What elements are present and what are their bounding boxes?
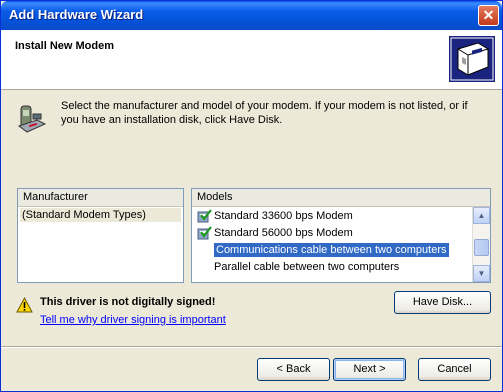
scroll-down-button[interactable]: ▼ [473, 265, 490, 282]
page-title: Install New Modem [15, 40, 115, 52]
model-item[interactable]: Standard 56000 bps Modem [192, 225, 473, 242]
wizard-header: Install New Modem [1, 30, 502, 90]
model-label: Standard 56000 bps Modem [214, 227, 353, 239]
wizard-window: Add Hardware Wizard ✕ Install New Modem … [0, 0, 503, 392]
close-button[interactable]: ✕ [478, 5, 499, 26]
driver-signing-link[interactable]: Tell me why driver signing is important [40, 314, 226, 326]
model-label: Communications cable between two compute… [214, 243, 449, 257]
scroll-up-button[interactable]: ▲ [473, 207, 490, 224]
scroll-thumb[interactable] [474, 239, 489, 256]
signed-driver-icon [197, 226, 212, 240]
model-item[interactable]: Parallel cable between two computers [192, 259, 473, 276]
hardware-icon [449, 36, 495, 82]
model-item[interactable]: Standard 33600 bps Modem [192, 208, 473, 225]
signed-driver-icon [197, 209, 212, 223]
back-button[interactable]: < Back [257, 358, 330, 381]
manufacturer-item[interactable]: (Standard Modem Types) [20, 208, 181, 222]
close-icon: ✕ [482, 7, 495, 23]
models-column-header[interactable]: Models [192, 189, 490, 207]
unsigned-driver-warning: This driver is not digitally signed! [40, 296, 216, 308]
warning-icon [16, 297, 33, 313]
modem-icon [17, 105, 47, 133]
have-disk-button[interactable]: Have Disk... [394, 291, 491, 314]
models-list[interactable]: Models Standard 33600 bps Modem Standard… [191, 188, 491, 283]
models-scrollbar[interactable]: ▲ ▼ [472, 207, 490, 282]
button-divider [1, 346, 502, 348]
arrow-down-icon: ▼ [477, 269, 486, 278]
title-bar[interactable]: Add Hardware Wizard ✕ [1, 1, 502, 30]
manufacturer-list[interactable]: Manufacturer (Standard Modem Types) [17, 188, 184, 283]
cancel-button[interactable]: Cancel [418, 358, 491, 381]
manufacturer-column-header[interactable]: Manufacturer [18, 189, 183, 207]
window-title: Add Hardware Wizard [9, 7, 144, 22]
model-label: Parallel cable between two computers [214, 261, 400, 273]
model-label: Standard 33600 bps Modem [214, 210, 353, 222]
model-item-selected[interactable]: Communications cable between two compute… [192, 242, 473, 259]
next-button[interactable]: Next > [333, 358, 406, 381]
arrow-up-icon: ▲ [477, 211, 486, 220]
instruction-text: Select the manufacturer and model of you… [61, 100, 468, 126]
